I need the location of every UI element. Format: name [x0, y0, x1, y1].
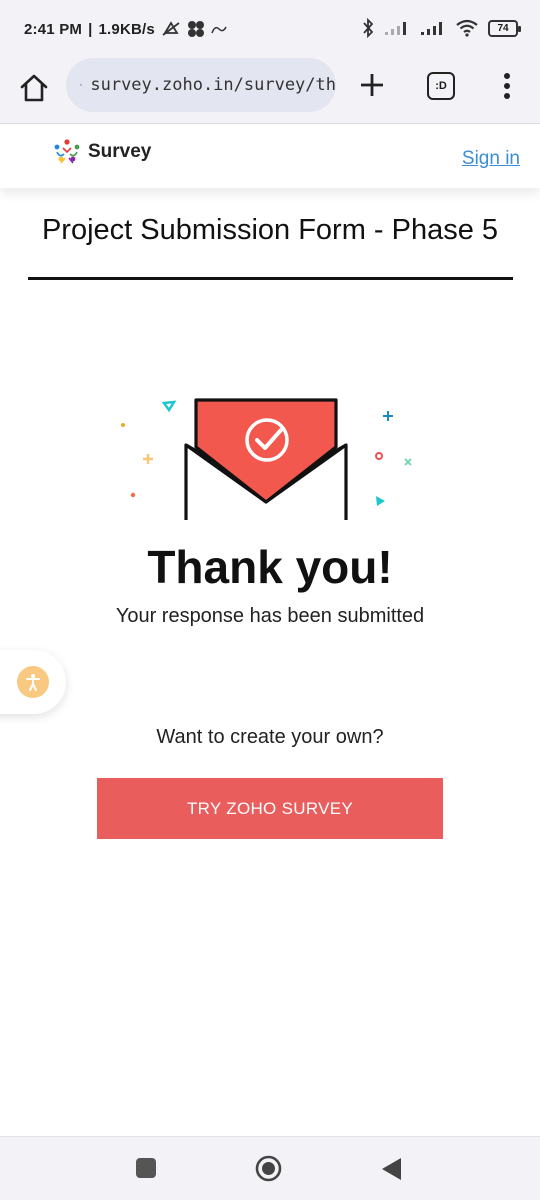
confetti-triangle	[376, 496, 385, 506]
status-net-speed: 1.9KB/s	[98, 20, 155, 38]
submitted-envelope-illustration	[121, 398, 412, 520]
new-tab-icon[interactable]	[357, 70, 387, 100]
recent-apps-icon[interactable]	[136, 1158, 156, 1178]
accessibility-widget[interactable]	[0, 650, 66, 714]
try-zoho-survey-button[interactable]: TRY ZOHO SURVEY	[97, 778, 443, 839]
system-nav-bar	[0, 1136, 540, 1200]
submission-message: Your response has been submitted	[115, 605, 425, 627]
muted-alarm-icon	[162, 21, 180, 36]
confetti-ring	[375, 452, 383, 460]
site-header: Survey Sign in	[0, 124, 540, 188]
confetti-dot	[121, 423, 125, 427]
confetti-cross	[404, 458, 412, 466]
back-icon[interactable]	[380, 1157, 402, 1181]
battery-indicator: 74	[488, 19, 521, 37]
tab-switcher-label: :D	[435, 80, 447, 92]
cta-prompt: Want to create your own?	[156, 726, 384, 748]
fan-icon	[187, 21, 204, 37]
signal-icon-2	[421, 22, 442, 35]
signal-icon-1	[385, 22, 406, 35]
tab-switcher-button[interactable]: :D	[427, 72, 455, 100]
home-icon[interactable]	[18, 72, 50, 104]
sign-in-link[interactable]: Sign in	[462, 148, 520, 170]
confetti-plus	[383, 411, 393, 421]
app-notification-icon	[211, 26, 227, 34]
form-title: Project Submission Form - Phase 5	[41, 214, 499, 246]
survey-logo[interactable]: Survey	[52, 138, 151, 166]
battery-level: 74	[497, 22, 509, 34]
confetti-triangle	[161, 400, 177, 413]
envelope-flap	[194, 398, 338, 504]
browser-toolbar: survey.zoho.in/survey/th :D	[0, 58, 540, 124]
title-divider	[28, 277, 513, 280]
bluetooth-icon	[363, 18, 374, 38]
confetti-dot	[130, 492, 136, 498]
accessibility-icon[interactable]	[17, 666, 49, 698]
thank-you-heading: Thank you!	[147, 541, 393, 593]
wifi-icon	[456, 19, 478, 37]
status-bar: 2:41 PM | 1.9KB/s 74	[0, 0, 540, 58]
status-separator: |	[88, 20, 93, 38]
logo-text: Survey	[88, 141, 152, 162]
url-text: survey.zoho.in/survey/th	[90, 75, 336, 95]
more-options-icon[interactable]	[497, 70, 517, 102]
site-settings-icon[interactable]	[80, 76, 83, 94]
survey-logo-icon	[54, 139, 80, 164]
status-right: 74	[362, 18, 521, 38]
nav-home-icon[interactable]	[255, 1155, 282, 1182]
address-bar[interactable]: survey.zoho.in/survey/th	[66, 58, 336, 112]
status-left: 2:41 PM | 1.9KB/s	[24, 20, 227, 38]
confetti-plus	[143, 454, 153, 464]
status-time: 2:41 PM	[24, 20, 83, 38]
